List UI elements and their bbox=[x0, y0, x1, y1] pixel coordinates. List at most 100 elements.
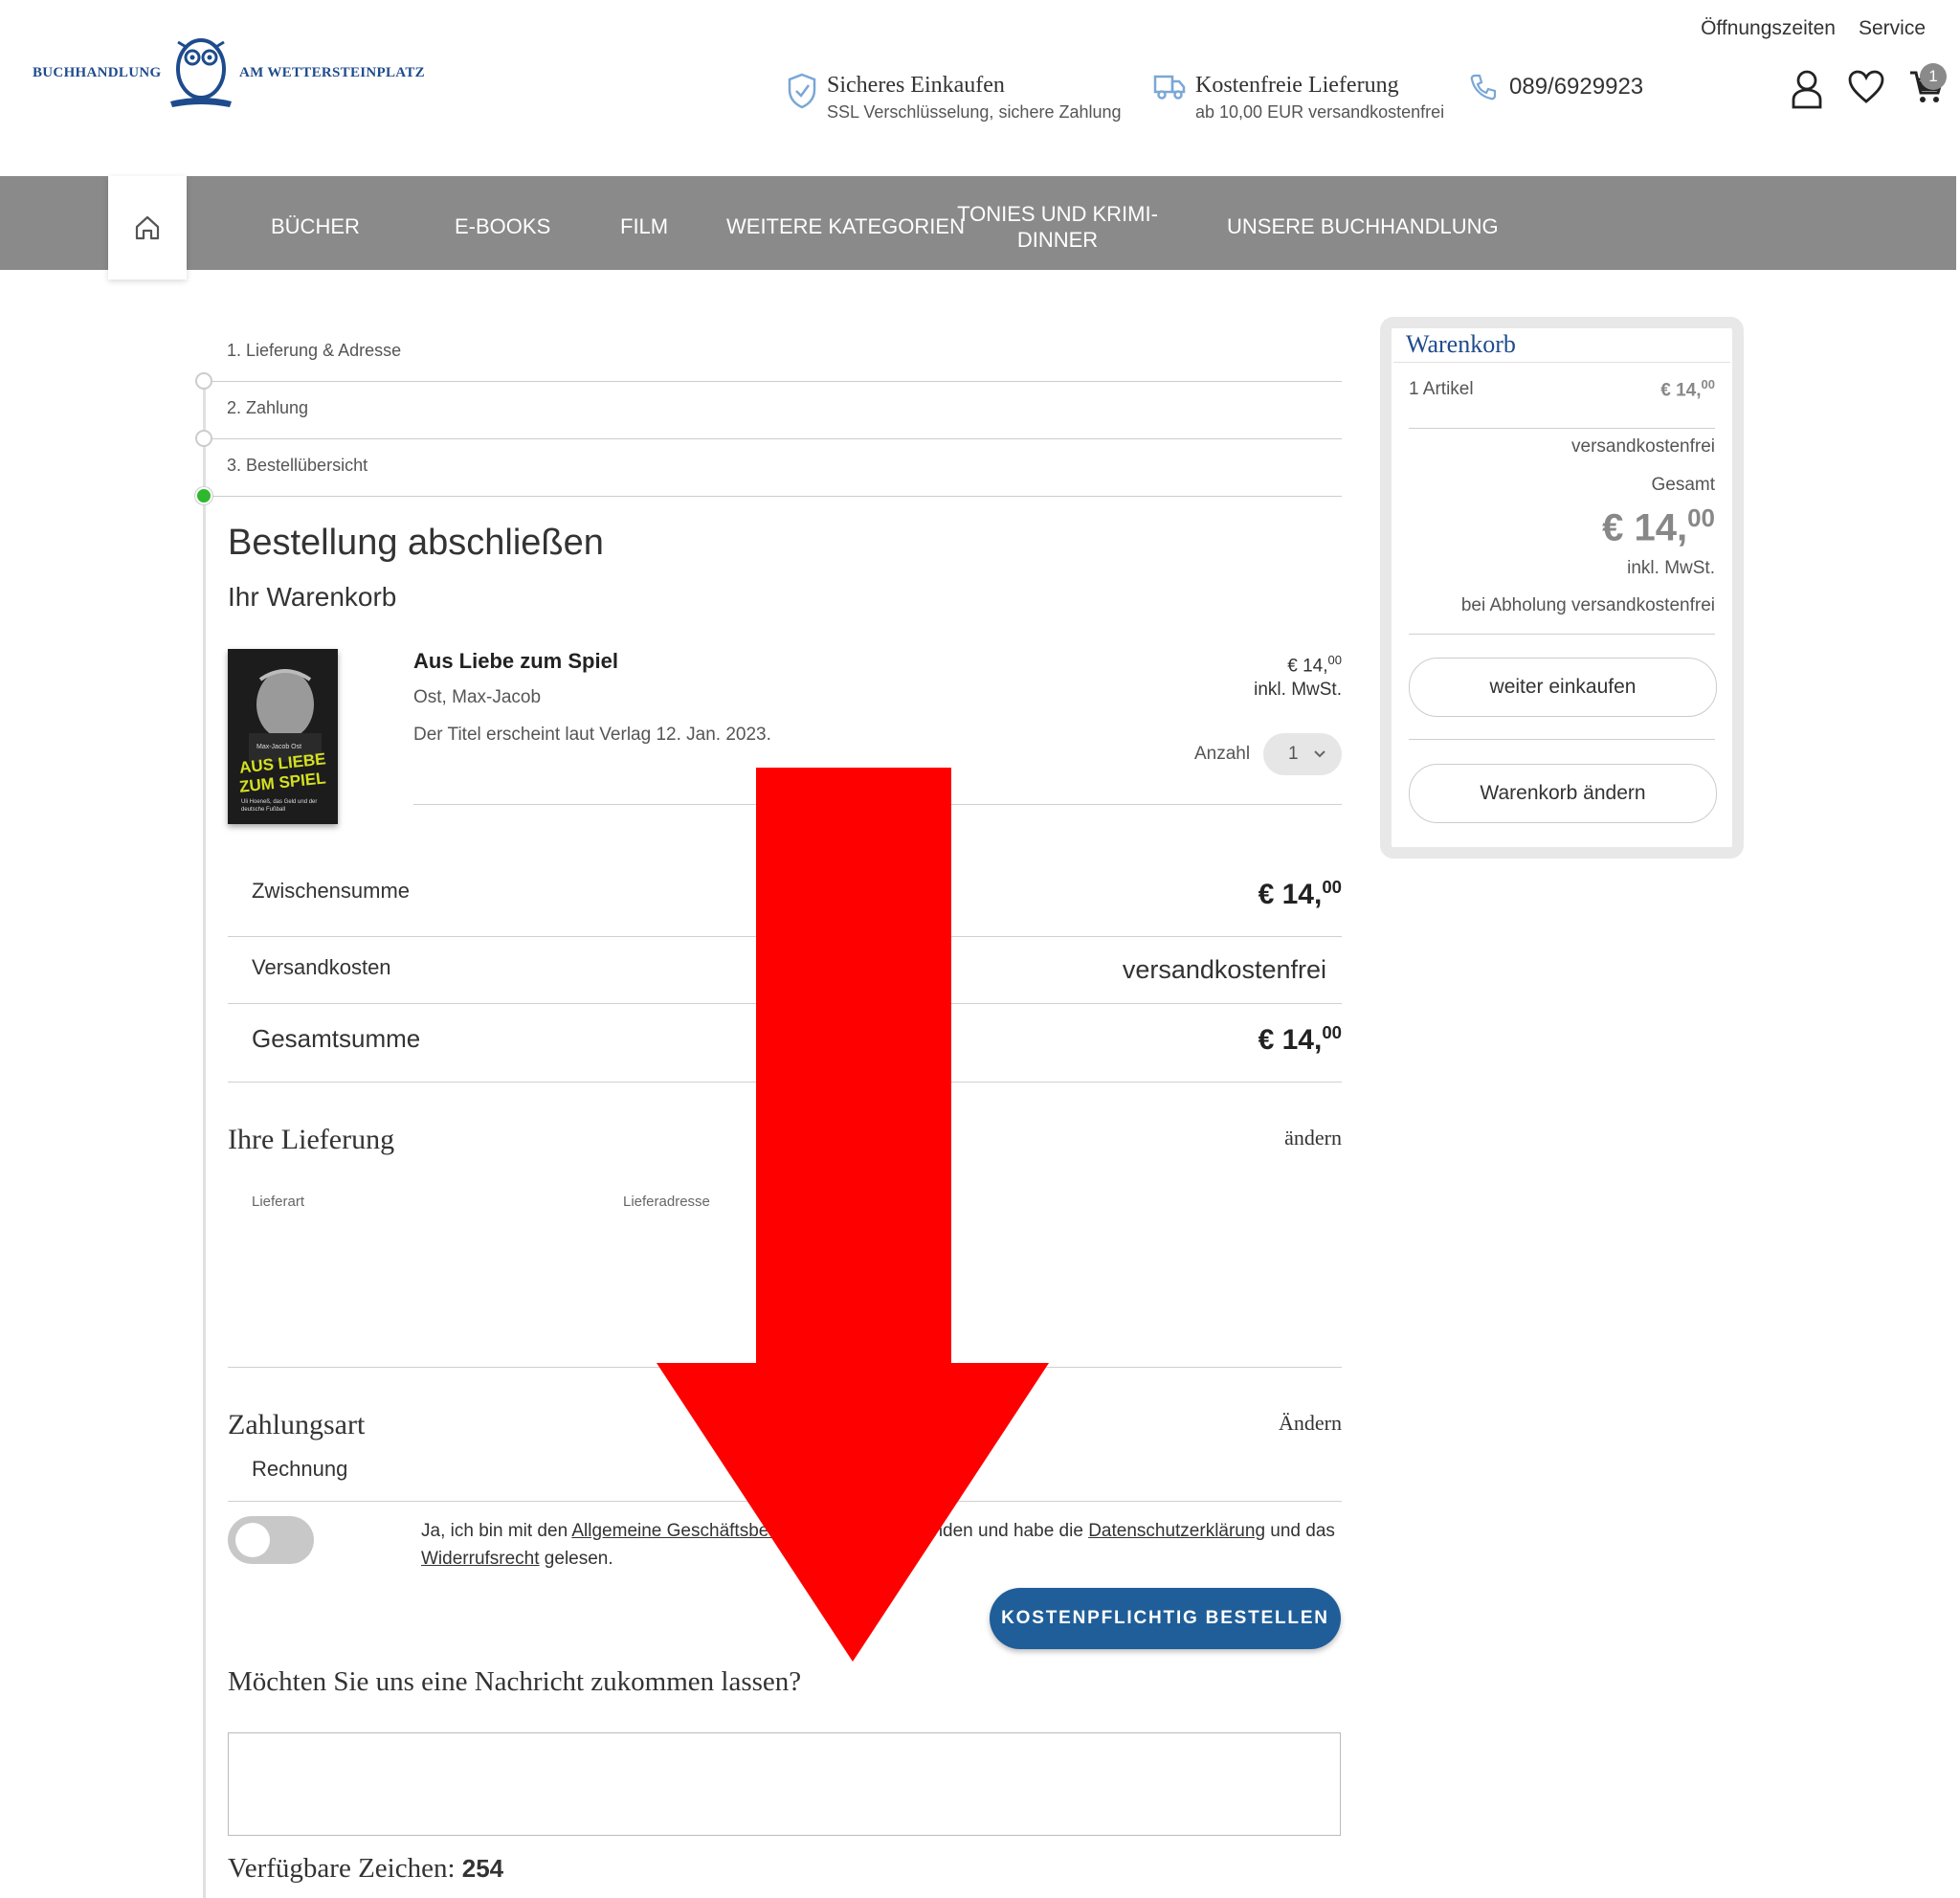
service-link[interactable]: Service bbox=[1859, 17, 1926, 40]
nav-item-tonies-krimi-dinner[interactable]: TONIES UND KRIMI-DINNER bbox=[957, 201, 1158, 253]
subtotal-label: Zwischensumme bbox=[252, 879, 411, 903]
trust-subtitle: ab 10,00 EUR versandkostenfrei bbox=[1195, 102, 1445, 122]
subtotal-main: € 14, bbox=[1258, 879, 1323, 910]
payment-edit-link[interactable]: Ändern bbox=[1279, 1411, 1342, 1436]
wishlist-heart-icon[interactable] bbox=[1847, 69, 1885, 105]
step-marker-active bbox=[195, 487, 212, 504]
truck-icon bbox=[1153, 75, 1186, 100]
total-cents: 00 bbox=[1322, 1022, 1342, 1042]
remaining-characters: Verfügbare Zeichen: 254 bbox=[228, 1853, 503, 1885]
cart-shipping: versandkostenfrei bbox=[1571, 436, 1715, 457]
delivery-method-label: Lieferart bbox=[252, 1194, 305, 1210]
payment-heading: Zahlungsart bbox=[228, 1409, 366, 1440]
chevron-down-icon bbox=[1314, 750, 1325, 758]
step-order-overview: 3. Bestellübersicht bbox=[227, 456, 368, 475]
terms-agreement-toggle[interactable] bbox=[228, 1516, 314, 1564]
page-title: Bestellung abschließen bbox=[228, 523, 604, 563]
toggle-knob bbox=[235, 1523, 270, 1557]
total-value: € 14,00 bbox=[1258, 1022, 1342, 1057]
cart-items-price-cents: 00 bbox=[1701, 377, 1715, 391]
user-account-icon[interactable] bbox=[1790, 69, 1824, 109]
chars-count: 254 bbox=[461, 1854, 504, 1883]
delivery-heading: Ihre Lieferung bbox=[228, 1124, 395, 1155]
cart-item-count: 1 Artikel bbox=[1409, 379, 1474, 399]
price-main: € 14, bbox=[1287, 656, 1328, 677]
opening-hours-link[interactable]: Öffnungszeiten bbox=[1701, 17, 1836, 40]
agreement-text: Ja, ich bin mit den bbox=[421, 1521, 572, 1541]
nav-item-ebooks[interactable]: E-BOOKS bbox=[455, 213, 550, 239]
payment-method: Rechnung bbox=[252, 1457, 348, 1481]
trust-free-delivery: Kostenfreie Lieferung ab 10,00 EUR versa… bbox=[1153, 73, 1444, 123]
logo-text-right: AM WETTERSTEINPLATZ bbox=[239, 65, 425, 80]
divider bbox=[203, 438, 1342, 439]
top-links: Öffnungszeiten Service bbox=[1701, 17, 1926, 40]
cart-count-badge: 1 bbox=[1920, 63, 1947, 90]
shipping-label: Versandkosten bbox=[252, 955, 391, 979]
chars-label: Verfügbare Zeichen: bbox=[228, 1853, 456, 1884]
step-payment[interactable]: 2. Zahlung bbox=[227, 398, 308, 418]
edit-cart-button[interactable]: Warenkorb ändern bbox=[1409, 764, 1717, 823]
divider bbox=[1409, 634, 1715, 635]
step-marker bbox=[195, 430, 212, 447]
product-title[interactable]: Aus Liebe zum Spiel bbox=[413, 649, 618, 674]
message-heading: Möchten Sie uns eine Nachricht zukommen … bbox=[228, 1666, 802, 1697]
cart-items-price: € 14,00 bbox=[1660, 377, 1715, 401]
home-icon bbox=[135, 215, 160, 240]
phone-number: 089/6929923 bbox=[1509, 74, 1644, 100]
delivery-edit-link[interactable]: ändern bbox=[1284, 1126, 1342, 1150]
divider bbox=[203, 381, 1342, 382]
cart-items-price-main: € 14, bbox=[1660, 380, 1702, 401]
cart-summary-heading: Warenkorb bbox=[1406, 330, 1516, 358]
cart-subtitle: Ihr Warenkorb bbox=[228, 582, 397, 612]
cart-total-main: € 14, bbox=[1602, 506, 1688, 549]
phone-contact[interactable]: 089/6929923 bbox=[1469, 73, 1643, 101]
step-delivery-address[interactable]: 1. Lieferung & Adresse bbox=[227, 341, 401, 361]
product-release-note: Der Titel erscheint laut Verlag 12. Jan.… bbox=[413, 725, 771, 745]
privacy-policy-link[interactable]: Datenschutzerklärung bbox=[1088, 1521, 1265, 1541]
agreement-text: gelesen. bbox=[539, 1549, 613, 1569]
book-cover-image[interactable]: Max-Jacob Ost AUS LIEBE ZUM SPIEL Uli Ho… bbox=[228, 649, 338, 824]
trust-title: Kostenfreie Lieferung bbox=[1195, 73, 1399, 98]
quantity-value: 1 bbox=[1288, 744, 1299, 764]
trust-title: Sicheres Einkaufen bbox=[827, 73, 1005, 98]
subtotal-value: € 14,00 bbox=[1258, 877, 1342, 911]
continue-shopping-button[interactable]: weiter einkaufen bbox=[1409, 658, 1717, 717]
subtotal-cents: 00 bbox=[1322, 877, 1342, 897]
shield-icon bbox=[788, 73, 816, 109]
nav-item-buecher[interactable]: BÜCHER bbox=[271, 213, 360, 239]
shipping-value: versandkostenfrei bbox=[1122, 955, 1326, 984]
total-main: € 14, bbox=[1258, 1024, 1323, 1056]
nav-item-unsere-buchhandlung[interactable]: UNSERE BUCHHANDLUNG bbox=[1227, 213, 1499, 239]
trust-secure-shopping: Sicheres Einkaufen SSL Verschlüsselung, … bbox=[787, 73, 1122, 123]
product-price: € 14,00 bbox=[1287, 653, 1342, 677]
product-vat-note: inkl. MwSt. bbox=[1254, 680, 1342, 700]
quantity-select[interactable]: 1 bbox=[1263, 733, 1342, 775]
owl-logo-icon bbox=[170, 38, 232, 107]
total-label: Gesamtsumme bbox=[252, 1024, 421, 1053]
divider bbox=[1409, 428, 1715, 429]
nav-item-weitere-kategorien[interactable]: WEITERE KATEGORIEN bbox=[726, 213, 965, 239]
trust-subtitle: SSL Verschlüsselung, sichere Zahlung bbox=[827, 102, 1122, 122]
divider bbox=[1393, 362, 1730, 363]
logo-text-left: BUCHHANDLUNG bbox=[33, 65, 162, 80]
divider bbox=[1409, 739, 1715, 740]
cover-subtitle: Uli Hoeneß, das Geld und der deutsche Fu… bbox=[241, 799, 318, 813]
cart-pickup-note: bei Abholung versandkostenfrei bbox=[1460, 595, 1715, 615]
cart-total-value: € 14,00 bbox=[1602, 503, 1715, 549]
price-cents: 00 bbox=[1327, 653, 1342, 667]
nav-item-film[interactable]: FILM bbox=[620, 213, 668, 239]
cart-vat-note: inkl. MwSt. bbox=[1627, 558, 1715, 578]
cart-total-cents: 00 bbox=[1687, 503, 1715, 532]
product-author: Ost, Max-Jacob bbox=[413, 687, 542, 707]
withdrawal-right-link[interactable]: Widerrufsrecht bbox=[421, 1549, 540, 1569]
progress-line bbox=[203, 373, 206, 1898]
message-textarea[interactable] bbox=[228, 1732, 1341, 1836]
agreement-text: und das bbox=[1265, 1521, 1335, 1541]
cover-author: Max-Jacob Ost bbox=[256, 744, 302, 750]
store-logo[interactable]: BUCHHANDLUNG AM WETTERSTEINPLATZ bbox=[33, 34, 444, 113]
divider bbox=[203, 496, 1342, 497]
nav-home-button[interactable] bbox=[108, 176, 187, 279]
red-arrow-annotation bbox=[657, 768, 1049, 1662]
phone-icon bbox=[1470, 74, 1497, 100]
quantity-label: Anzahl bbox=[1194, 744, 1251, 764]
